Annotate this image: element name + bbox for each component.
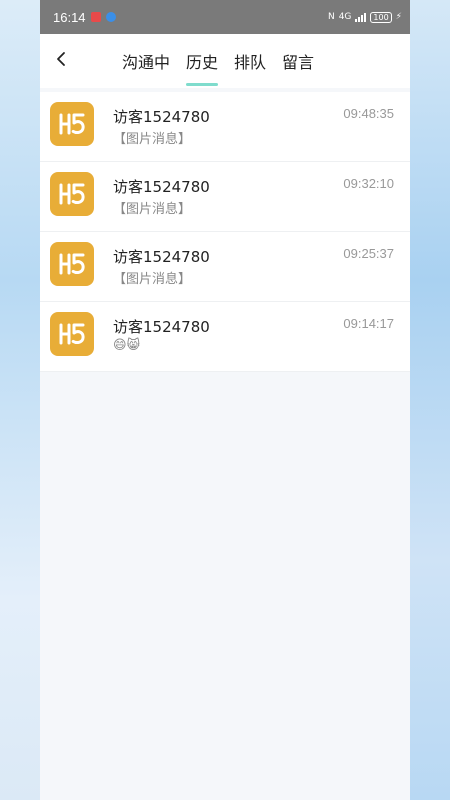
message-time: 09:48:35: [343, 106, 394, 121]
app-window: 16:14 N 4G 100 ⚡ 沟通中 历史 排队 留言 访客1524780 …: [40, 0, 410, 800]
visitor-name: 访客1524780: [113, 108, 210, 126]
status-left: 16:14: [53, 10, 116, 25]
status-bar: 16:14 N 4G 100 ⚡: [40, 0, 410, 34]
top-nav: 沟通中 历史 排队 留言: [40, 34, 410, 88]
background-left: [0, 0, 40, 800]
tab-queue[interactable]: 排队: [234, 34, 266, 88]
visitor-name: 访客1524780: [113, 318, 210, 336]
conversation-item[interactable]: 访客1524780 09:32:10 【图片消息】: [40, 162, 410, 232]
nfc-icon: N: [327, 12, 335, 22]
message-preview: 【图片消息】: [113, 202, 192, 217]
battery-icon: 100: [370, 11, 392, 23]
h5-logo-icon: [50, 102, 94, 146]
charging-icon: ⚡: [395, 12, 402, 22]
message-time: 09:25:37: [343, 246, 394, 261]
tab-bar: 沟通中 历史 排队 留言: [122, 34, 330, 88]
visitor-name: 访客1524780: [113, 178, 210, 196]
signal-icon: [355, 12, 367, 22]
status-right: N 4G 100 ⚡: [327, 11, 402, 23]
conversation-list: 访客1524780 09:48:35 【图片消息】 访客1524780 09:3…: [40, 92, 410, 372]
message-time: 09:32:10: [343, 176, 394, 191]
shield-notification-icon: [105, 12, 116, 22]
message-time: 09:14:17: [343, 316, 394, 331]
background-right: [410, 0, 450, 800]
back-arrow-icon[interactable]: [54, 51, 70, 67]
h5-logo-icon: [50, 242, 94, 286]
h5-logo-icon: [50, 172, 94, 216]
conversation-item[interactable]: 访客1524780 09:14:17 😄😸: [40, 302, 410, 372]
message-preview: 【图片消息】: [113, 272, 192, 287]
conversation-item[interactable]: 访客1524780 09:25:37 【图片消息】: [40, 232, 410, 302]
conversation-item[interactable]: 访客1524780 09:48:35 【图片消息】: [40, 92, 410, 162]
h5-logo-icon: [50, 312, 94, 356]
tab-history[interactable]: 历史: [186, 34, 219, 88]
visitor-name: 访客1524780: [113, 248, 210, 266]
status-time: 16:14: [53, 9, 86, 25]
network-type: 4G: [338, 12, 352, 22]
tab-messages[interactable]: 留言: [282, 34, 314, 88]
app-notification-icon: [90, 12, 101, 22]
message-preview: 【图片消息】: [113, 132, 192, 147]
tab-communicating[interactable]: 沟通中: [122, 34, 170, 88]
message-preview: 😄😸: [113, 338, 141, 353]
